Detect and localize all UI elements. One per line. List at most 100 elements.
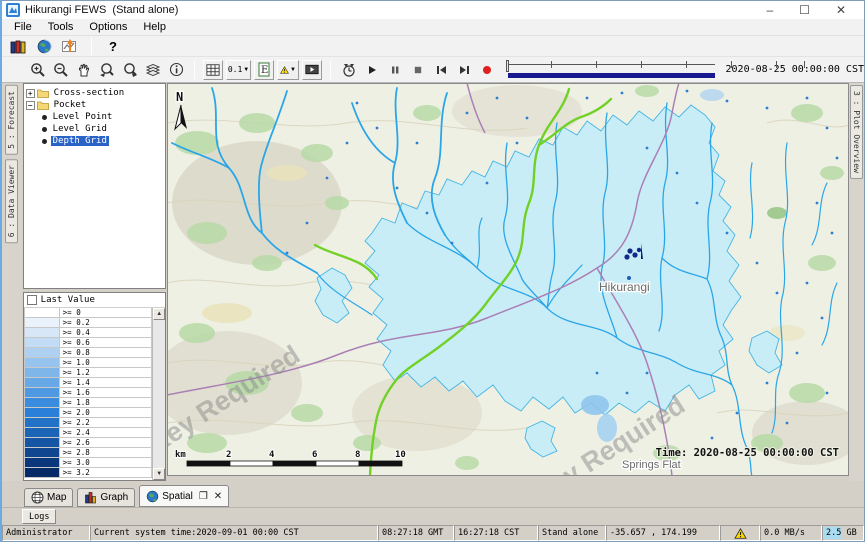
stop-button[interactable] bbox=[408, 60, 428, 80]
legend-row[interactable]: >= 2.4 bbox=[24, 428, 153, 438]
time-slider-handle[interactable] bbox=[506, 60, 509, 72]
legend-row[interactable]: >= 0.6 bbox=[24, 338, 153, 348]
timeseries-chart-icon[interactable] bbox=[60, 36, 80, 56]
svg-text:2: 2 bbox=[226, 450, 231, 460]
tab-plot-overview[interactable]: 3 : Plot Overview bbox=[850, 85, 863, 179]
status-local-time: 16:27:18 CST bbox=[454, 525, 538, 541]
legend-swatch bbox=[24, 308, 60, 318]
tab-close-icon[interactable]: ✕ bbox=[214, 491, 222, 502]
zoom-in-icon[interactable] bbox=[28, 60, 48, 80]
legend-row[interactable]: >= 0.4 bbox=[24, 328, 153, 338]
tree-item-level-grid[interactable]: Level Grid bbox=[26, 123, 166, 135]
database-icon[interactable] bbox=[8, 36, 28, 56]
tree-item-label[interactable]: Cross-section bbox=[52, 88, 126, 98]
scroll-down-icon[interactable]: ▼ bbox=[153, 468, 165, 480]
svg-text:10: 10 bbox=[395, 450, 406, 460]
pan-hand-icon[interactable] bbox=[74, 60, 94, 80]
legend-row[interactable]: >= 2.2 bbox=[24, 418, 153, 428]
layers-icon[interactable] bbox=[143, 60, 163, 80]
map-canvas[interactable]: API Key Required API Key Required N km 2… bbox=[167, 83, 849, 476]
chevron-down-icon: ▼ bbox=[243, 67, 249, 73]
legend-row[interactable]: >= 1.4 bbox=[24, 378, 153, 388]
legend-swatch bbox=[24, 458, 60, 468]
legend-label: >= 1.6 bbox=[60, 388, 153, 398]
zoom-previous-icon[interactable] bbox=[97, 60, 117, 80]
legend-row[interactable]: >= 1.8 bbox=[24, 398, 153, 408]
tree-item-label[interactable]: Level Grid bbox=[51, 124, 109, 134]
legend-row[interactable]: >= 0.2 bbox=[24, 318, 153, 328]
tab-data-viewer[interactable]: 6 : Data Viewer bbox=[5, 159, 18, 243]
time-slider[interactable] bbox=[506, 60, 715, 80]
legend-row[interactable]: >= 2.6 bbox=[24, 438, 153, 448]
title-bar: Hikurangi FEWS (Stand alone) – ☐ ✕ bbox=[2, 1, 864, 19]
map-time-label: Time: 2020-08-25 00:00:00 CST bbox=[656, 447, 839, 459]
bottom-tab-bar: Map Graph Spatial ❐ ✕ bbox=[2, 481, 864, 507]
legend-row[interactable]: >= 2.0 bbox=[24, 408, 153, 418]
tab-spatial[interactable]: Spatial ❐ ✕ bbox=[139, 485, 229, 507]
scroll-up-icon[interactable]: ▲ bbox=[153, 308, 165, 320]
legend-button[interactable]: E bbox=[254, 60, 274, 80]
status-download-rate: 0.0 MB/s bbox=[760, 525, 822, 541]
tree-item-level-point[interactable]: Level Point bbox=[26, 111, 166, 123]
tree-item-pocket[interactable]: − Pocket bbox=[26, 99, 166, 111]
menu-help[interactable]: Help bbox=[135, 20, 174, 34]
legend-row[interactable]: >= 3.2 bbox=[24, 468, 153, 478]
left-panel: + Cross-section − Pocket Level Point Lev… bbox=[22, 83, 168, 481]
go-to-end-button[interactable] bbox=[454, 60, 474, 80]
map-view[interactable]: API Key Required API Key Required N km 2… bbox=[167, 83, 849, 476]
bullet-icon bbox=[42, 139, 47, 144]
legend-row[interactable]: >= 0 bbox=[24, 308, 153, 318]
tab-forecast[interactable]: 5 : Forecast bbox=[5, 85, 18, 155]
expand-icon[interactable]: + bbox=[26, 89, 35, 98]
toolbar-separator bbox=[91, 37, 92, 55]
logs-row: Logs bbox=[2, 507, 864, 525]
legend-row[interactable]: >= 3.0 bbox=[24, 458, 153, 468]
legend-swatch bbox=[24, 348, 60, 358]
collapse-icon[interactable]: − bbox=[26, 101, 35, 110]
logs-button[interactable]: Logs bbox=[22, 509, 56, 524]
status-memory: 2.5 GB bbox=[822, 525, 864, 541]
last-value-checkbox[interactable] bbox=[27, 295, 37, 305]
pause-button[interactable] bbox=[385, 60, 405, 80]
help-button[interactable]: ? bbox=[103, 36, 123, 56]
tab-maximize-icon[interactable]: ❐ bbox=[199, 491, 208, 502]
value-threshold-button[interactable]: 0.1 ▼ bbox=[226, 60, 251, 80]
time-settings-icon[interactable] bbox=[339, 60, 359, 80]
tree-item-label[interactable]: Level Point bbox=[51, 112, 115, 122]
info-icon[interactable] bbox=[166, 60, 186, 80]
play-button[interactable] bbox=[362, 60, 382, 80]
tab-map[interactable]: Map bbox=[24, 488, 73, 507]
status-warning-cell[interactable] bbox=[720, 525, 760, 541]
grid-display-button[interactable] bbox=[203, 60, 223, 80]
legend-row[interactable]: >= 1.2 bbox=[24, 368, 153, 378]
legend-label: >= 2.2 bbox=[60, 418, 153, 428]
menu-tools[interactable]: Tools bbox=[40, 20, 82, 34]
animation-button[interactable] bbox=[302, 60, 322, 80]
globe-icon[interactable] bbox=[34, 36, 54, 56]
minimize-button[interactable]: – bbox=[766, 3, 773, 17]
legend-row[interactable]: >= 0.8 bbox=[24, 348, 153, 358]
zoom-out-icon[interactable] bbox=[51, 60, 71, 80]
go-to-start-button[interactable] bbox=[431, 60, 451, 80]
tree-item-label-selected[interactable]: Depth Grid bbox=[51, 136, 109, 146]
toolbar-separator bbox=[330, 61, 331, 79]
maximize-button[interactable]: ☐ bbox=[799, 3, 810, 17]
legend-scrollbar[interactable]: ▲ ▼ bbox=[152, 308, 165, 480]
warning-threshold-button[interactable]: ▼ bbox=[277, 60, 299, 80]
tree-item-cross-section[interactable]: + Cross-section bbox=[26, 87, 166, 99]
menu-file[interactable]: File bbox=[6, 20, 40, 34]
legend-swatch bbox=[24, 418, 60, 428]
legend-row[interactable]: >= 1.6 bbox=[24, 388, 153, 398]
zoom-next-icon[interactable] bbox=[120, 60, 140, 80]
menu-options[interactable]: Options bbox=[81, 20, 135, 34]
value-threshold-label: 0.1 bbox=[228, 65, 242, 74]
tree-item-label[interactable]: Pocket bbox=[52, 100, 89, 110]
tab-graph-label: Graph bbox=[100, 492, 128, 503]
legend-row[interactable]: >= 1.0 bbox=[24, 358, 153, 368]
right-tab-strip: 3 : Plot Overview bbox=[849, 83, 864, 481]
tab-graph[interactable]: Graph bbox=[77, 488, 135, 507]
tree-item-depth-grid[interactable]: Depth Grid bbox=[26, 135, 166, 147]
close-button[interactable]: ✕ bbox=[836, 3, 846, 17]
legend-row[interactable]: >= 2.8 bbox=[24, 448, 153, 458]
record-button[interactable] bbox=[477, 60, 497, 80]
